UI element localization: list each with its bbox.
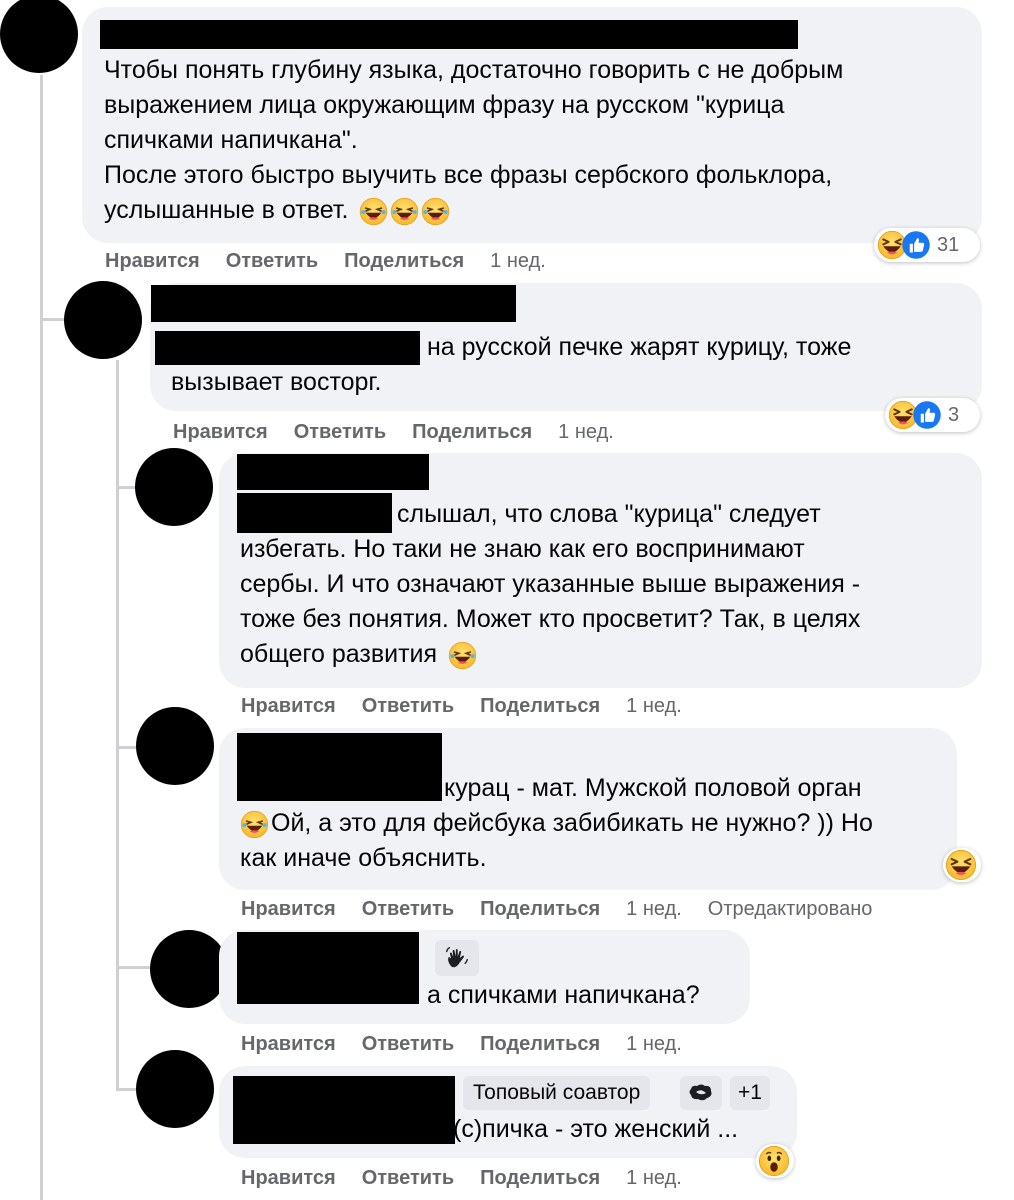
top-fan-icon: [680, 1076, 722, 1110]
timestamp[interactable]: 1 нед.: [626, 1166, 682, 1190]
comment-text: Чтобы понять глубину языка, достаточно г…: [104, 53, 843, 228]
comment-line: услышанные в ответ.: [104, 196, 349, 224]
comment-actions: Нравится Ответить Поделиться 1 нед. Отредакт…: [241, 897, 872, 921]
comment-text: а спичками напичкана?: [427, 978, 700, 1013]
comment-line: сербы. И что означают указанные выше выр…: [240, 570, 861, 598]
avatar[interactable]: [64, 281, 142, 359]
top-contributor-badge[interactable]: Топовый соавтор: [463, 1076, 651, 1110]
wow-reaction-icon: [758, 1145, 790, 1177]
timestamp[interactable]: 1 нед.: [626, 694, 682, 718]
redacted-author-name[interactable]: [100, 20, 798, 49]
comment-line: как иначе объяснить.: [240, 844, 487, 872]
reaction-summary[interactable]: [943, 848, 981, 882]
comment-text: (с)пичка - это женский ...: [453, 1112, 738, 1147]
thread-connector-4: [116, 966, 150, 969]
thread-line-main: [40, 75, 43, 1200]
laughing-emoji-icon: [359, 197, 388, 226]
timestamp[interactable]: 1 нед.: [626, 897, 682, 921]
comment-line: тоже без понятия. Может кто просветит? Т…: [240, 605, 861, 633]
avatar[interactable]: [136, 707, 214, 785]
comment-line: Ой, а это для фейсбука забибикать не нуж…: [271, 809, 873, 837]
comment-line: выражением лица окружающим фразу на русс…: [104, 91, 785, 119]
reaction-count: 31: [937, 233, 960, 256]
like-button[interactable]: Нравится: [241, 897, 336, 921]
comment-text: на русской печке жарят курицу, тоже вызы…: [171, 330, 851, 400]
thread-connector-3: [116, 746, 136, 749]
comment-line: избегать. Но таки не знаю как его воспри…: [240, 535, 805, 563]
reaction-count: 3: [948, 403, 960, 426]
reaction-summary[interactable]: 3: [885, 398, 980, 432]
comment-actions: Нравится Ответить Поделиться 1 нед.: [241, 1032, 708, 1056]
redacted-author-name[interactable]: [237, 932, 419, 1004]
timestamp[interactable]: 1 нед.: [490, 249, 546, 273]
comment-line: курац - мат. Мужской половой орган: [444, 774, 862, 802]
comment-text: слышал, что слова "курица" следует избег…: [240, 497, 860, 672]
share-button[interactable]: Поделиться: [480, 694, 600, 718]
comment-actions: Нравится Ответить Поделиться 1 нед.: [241, 1166, 708, 1190]
haha-reaction-icon: [945, 849, 977, 881]
comment-actions: Нравится Ответить Поделиться 1 нед.: [173, 420, 640, 444]
like-button[interactable]: Нравится: [241, 1166, 336, 1190]
share-button[interactable]: Поделиться: [344, 249, 464, 273]
redacted-author-name[interactable]: [237, 454, 429, 490]
comment-line: вызывает восторг.: [171, 368, 382, 396]
like-reaction-icon: [901, 230, 931, 260]
thread-connector-5: [116, 1088, 136, 1091]
like-button[interactable]: Нравится: [241, 694, 336, 718]
like-button[interactable]: Нравится: [173, 420, 268, 444]
reply-button[interactable]: Ответить: [362, 1166, 454, 1190]
like-reaction-icon: [912, 400, 942, 430]
avatar[interactable]: [136, 1050, 214, 1128]
thread-line-sub: [116, 360, 119, 1090]
share-button[interactable]: Поделиться: [480, 1032, 600, 1056]
comment-line: Чтобы понять глубину языка, достаточно г…: [104, 56, 844, 84]
comment-line: на русской печке жарят курицу, тоже: [427, 333, 852, 361]
reply-button[interactable]: Ответить: [362, 897, 454, 921]
reaction-summary[interactable]: 31: [874, 228, 980, 262]
redacted-author-name[interactable]: [233, 1076, 455, 1144]
laughing-emoji-icon: [448, 641, 477, 670]
reply-button[interactable]: Ответить: [362, 1032, 454, 1056]
reply-button[interactable]: Ответить: [362, 694, 454, 718]
comment-actions: Нравится Ответить Поделиться 1 нед.: [105, 249, 572, 273]
share-button[interactable]: Поделиться: [412, 420, 532, 444]
avatar[interactable]: [135, 448, 213, 526]
laughing-emoji-icon: [421, 197, 450, 226]
comment-line: спичками напичкана".: [104, 126, 358, 154]
like-button[interactable]: Нравится: [105, 249, 200, 273]
comment-line: слышал, что слова "курица" следует: [397, 500, 821, 528]
comment-text: курац - мат. Мужской половой орган Ой, а…: [240, 771, 873, 876]
comment-line: (с)пичка - это женский ...: [453, 1115, 739, 1143]
reaction-summary[interactable]: [756, 1144, 794, 1178]
edited-label: Отредактировано: [707, 898, 873, 920]
waving-hand-icon: [435, 940, 479, 976]
share-button[interactable]: Поделиться: [480, 897, 600, 921]
avatar[interactable]: [150, 930, 228, 1008]
timestamp[interactable]: 1 нед.: [558, 420, 614, 444]
reply-button[interactable]: Ответить: [226, 249, 318, 273]
share-button[interactable]: Поделиться: [480, 1166, 600, 1190]
laughing-emoji-icon: [240, 810, 269, 839]
comment-line: общего развития: [240, 640, 438, 668]
thread-connector-1: [40, 318, 64, 321]
timestamp[interactable]: 1 нед.: [626, 1032, 682, 1056]
redacted-author-name[interactable]: [151, 285, 516, 322]
comment-line: После этого быстро выучить все фразы сер…: [104, 161, 833, 189]
reply-button[interactable]: Ответить: [294, 420, 386, 444]
avatar[interactable]: [0, 0, 78, 73]
comment-actions: Нравится Ответить Поделиться 1 нед.: [241, 694, 708, 718]
thread-connector-2: [116, 486, 136, 489]
badge-count[interactable]: +1: [730, 1076, 770, 1110]
comment-line: а спичками напичкана?: [427, 981, 700, 1009]
laughing-emoji-icon: [390, 197, 419, 226]
like-button[interactable]: Нравится: [241, 1032, 336, 1056]
